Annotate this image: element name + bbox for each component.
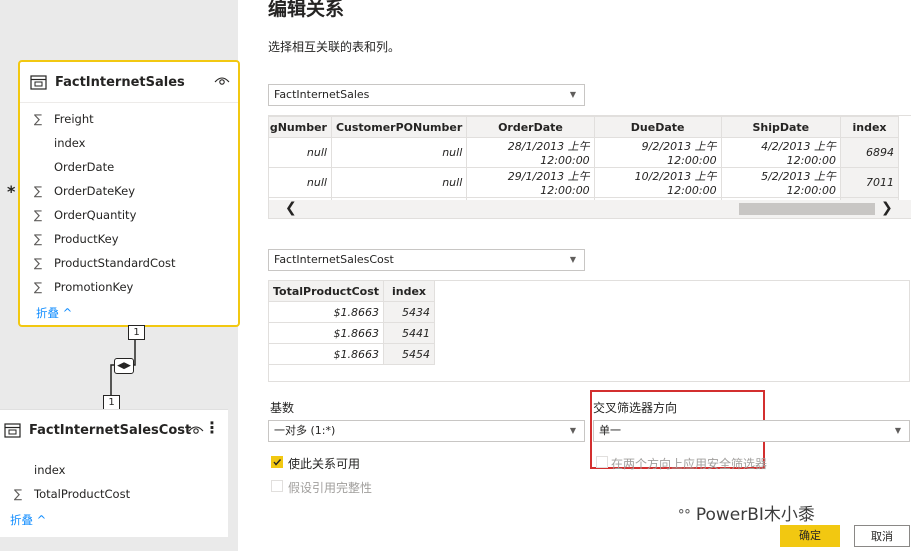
field-item[interactable]: index bbox=[0, 458, 228, 482]
checkmark-icon bbox=[273, 459, 282, 466]
table2-select[interactable]: FactInternetSalesCost ▼ bbox=[268, 249, 585, 271]
scroll-left-icon[interactable]: ❮ bbox=[285, 200, 297, 216]
table-cell: 7011 bbox=[839, 167, 900, 198]
field-name: index bbox=[34, 463, 66, 477]
table-cell: 9/2/2013 上午12:00:00 bbox=[593, 137, 722, 168]
column-header[interactable]: index bbox=[839, 116, 900, 138]
chevron-down-icon: ▼ bbox=[569, 90, 576, 99]
wechat-icon: ᐤᐤ bbox=[678, 505, 691, 524]
table-cell: null bbox=[269, 167, 332, 198]
table1-select-value: FactInternetSales bbox=[274, 88, 370, 101]
table-cell: 6894 bbox=[839, 137, 900, 168]
table-cell: 29/1/2013 上午12:00:00 bbox=[466, 167, 595, 198]
table-cell: 5434 bbox=[383, 301, 436, 323]
security-filter-label: 在两个方向上应用安全筛选器 bbox=[611, 457, 768, 471]
chevron-down-icon: ▼ bbox=[569, 426, 576, 435]
cancel-button[interactable]: 取消 bbox=[854, 525, 910, 547]
card-title: FactInternetSalesCost bbox=[29, 422, 192, 438]
referential-integrity-checkbox[interactable] bbox=[271, 480, 283, 492]
cardinality-select-value: 一对多 (1:*) bbox=[274, 424, 336, 437]
one-marker-bottom: 1 bbox=[103, 395, 120, 410]
table-icon bbox=[4, 422, 21, 438]
cardinality-select[interactable]: 一对多 (1:*) ▼ bbox=[268, 420, 585, 442]
table-cell: $1.8663 bbox=[267, 301, 385, 323]
column-header[interactable]: index bbox=[383, 280, 436, 302]
referential-integrity-label: 假设引用完整性 bbox=[288, 481, 373, 495]
watermark-text: PowerBI木小黍 bbox=[695, 505, 815, 525]
scroll-right-icon[interactable]: ❯ bbox=[881, 200, 893, 216]
table-cell: null bbox=[330, 167, 468, 198]
field-name: TotalProductCost bbox=[34, 487, 131, 501]
one-marker-top: 1 bbox=[128, 325, 145, 340]
collapse-button[interactable]: 折叠 ^ bbox=[0, 512, 228, 528]
table2-preview[interactable]: TotalProductCost index $1.8663 5434 $1.8663… bbox=[267, 280, 910, 382]
diagram-pane: FactInternetSales ∑ Freight index OrderDate… bbox=[0, 0, 240, 551]
table-cell: 4/2/2013 上午12:00:00 bbox=[720, 137, 841, 168]
filter-direction-icon[interactable]: ◀▶ bbox=[114, 358, 134, 374]
active-relationship-checkbox[interactable] bbox=[271, 456, 283, 468]
table-cell: $1.8663 bbox=[267, 343, 385, 365]
field-item[interactable]: ∑ TotalProductCost bbox=[0, 482, 228, 506]
table-row: $1.8663 5441 bbox=[267, 322, 436, 344]
crossfilter-select-value: 单一 bbox=[599, 424, 621, 437]
column-header[interactable]: ShipDate bbox=[720, 116, 841, 138]
table1-select[interactable]: FactInternetSales ▼ bbox=[268, 84, 585, 106]
table-cell: 10/2/2013 上午12:00:00 bbox=[593, 167, 722, 198]
table-row: $1.8663 5454 bbox=[267, 343, 436, 365]
card-header: FactInternetSalesCost ⋮ bbox=[0, 410, 228, 450]
table2-select-value: FactInternetSalesCost bbox=[274, 253, 394, 266]
column-header[interactable]: DueDate bbox=[593, 116, 722, 138]
table-row: null null 29/1/2013 上午12:00:00 10/2/2013 上午… bbox=[269, 167, 900, 198]
table1-preview[interactable]: ngNumber CustomerPONumber OrderDate DueDate… bbox=[268, 115, 911, 219]
table-row: $1.8663 5434 bbox=[267, 301, 436, 323]
column-header[interactable]: CustomerPONumber bbox=[330, 116, 468, 138]
column-header[interactable]: TotalProductCost bbox=[267, 280, 385, 302]
many-marker: * bbox=[7, 182, 16, 201]
ok-button[interactable]: 确定 bbox=[780, 525, 840, 547]
table-cell: null bbox=[330, 137, 468, 168]
active-relationship-label: 使此关系可用 bbox=[288, 457, 361, 471]
chevron-down-icon: ▼ bbox=[569, 255, 576, 264]
table-cell: null bbox=[269, 137, 332, 168]
table2-grid: TotalProductCost index $1.8663 5434 $1.8663… bbox=[267, 280, 436, 365]
chevron-down-icon: ▼ bbox=[894, 426, 901, 435]
horizontal-scrollbar[interactable]: ❮ ❯ bbox=[269, 200, 911, 218]
table-card-factinternetsalescost[interactable]: FactInternetSalesCost ⋮ index ∑ TotalProdu… bbox=[0, 409, 228, 537]
table-cell: 28/1/2013 上午12:00:00 bbox=[466, 137, 595, 168]
more-options-icon[interactable]: ⋮ bbox=[204, 418, 220, 437]
scroll-thumb[interactable] bbox=[739, 203, 875, 215]
table-cell: 5/2/2013 上午12:00:00 bbox=[720, 167, 841, 198]
dialog-subtitle: 选择相互关联的表和列。 bbox=[268, 40, 401, 54]
column-header[interactable]: OrderDate bbox=[466, 116, 595, 138]
field-list: index ∑ TotalProductCost bbox=[0, 450, 228, 506]
column-header[interactable]: ngNumber bbox=[269, 116, 332, 138]
table-row: null null 28/1/2013 上午12:00:00 9/2/2013 上午1… bbox=[269, 137, 900, 168]
crossfilter-label: 交叉筛选器方向 bbox=[593, 401, 678, 415]
watermark: ᐤᐤ PowerBI木小黍 bbox=[678, 500, 815, 525]
sum-icon: ∑ bbox=[14, 487, 23, 501]
crossfilter-select[interactable]: 单一 ▼ bbox=[593, 420, 910, 442]
security-filter-checkbox[interactable] bbox=[596, 456, 608, 468]
dialog-title: 编辑关系 bbox=[268, 0, 345, 20]
eye-icon[interactable] bbox=[188, 425, 204, 435]
table-cell: 5441 bbox=[383, 322, 436, 344]
edit-relationship-dialog: 编辑关系 选择相互关联的表和列。 FactInternetSales ▼ ngN… bbox=[238, 0, 911, 551]
table-cell: $1.8663 bbox=[267, 322, 385, 344]
cardinality-label: 基数 bbox=[270, 401, 295, 415]
table-cell: 5454 bbox=[383, 343, 436, 365]
